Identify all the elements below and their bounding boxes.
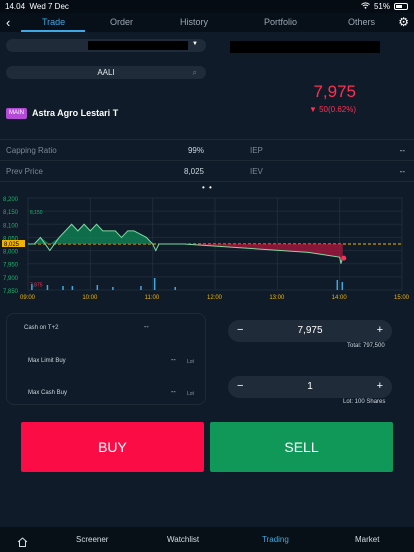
volume-bar: [336, 280, 339, 290]
back-icon[interactable]: ‹: [6, 15, 10, 30]
nav-screener[interactable]: Screener: [76, 535, 108, 544]
tab-portfolio[interactable]: Portfolio: [264, 17, 297, 27]
intraday-price-chart[interactable]: 8,2008,1508,1008,0508,0007,9507,9007,850…: [0, 188, 414, 303]
account-redacted: [88, 41, 188, 50]
buy-button[interactable]: BUY: [21, 422, 204, 472]
y-tick-label: 8,100: [3, 223, 19, 229]
volume-bar: [153, 278, 156, 290]
volume-bar: [46, 285, 49, 290]
nav-trading[interactable]: Trading: [262, 535, 289, 544]
low-label: 7,875: [30, 282, 43, 288]
last-price: 7,975: [313, 82, 356, 101]
capping-ratio-label: Capping Ratio: [6, 146, 57, 155]
lot-size-note: Lot: 100 Shares: [343, 399, 386, 405]
lot-stepper: − 1 +: [228, 376, 392, 398]
wifi-icon: [361, 2, 370, 11]
max-cash-buy-value: --: [171, 389, 176, 396]
search-icon: ⌕: [192, 68, 197, 77]
x-tick-label: 11:00: [145, 295, 160, 301]
x-tick-label: 12:00: [207, 295, 223, 301]
cash-label: Cash on T+2: [24, 325, 59, 331]
tab-others[interactable]: Others: [348, 17, 375, 27]
price-input[interactable]: 7,975: [228, 325, 392, 336]
volume-bar: [96, 285, 99, 290]
iep-value: --: [399, 146, 405, 155]
board-badge: MAIN: [6, 108, 27, 119]
divider: [0, 139, 414, 140]
trading-screen: 14.04 Wed 7 Dec 51% ‹ Trade Order Histor…: [0, 0, 414, 552]
lot-unit: Lot: [187, 359, 194, 365]
price-increment-button[interactable]: +: [377, 324, 383, 336]
price-change: ▼ 50(0.62%): [308, 105, 356, 114]
lot-input[interactable]: 1: [228, 381, 392, 392]
lot-increment-button[interactable]: +: [377, 380, 383, 392]
prev-price-value: 8,025: [183, 167, 204, 176]
divider: [0, 181, 414, 182]
top-nav: ‹ Trade Order History Portfolio Others ⚙: [0, 13, 414, 32]
search-value: AALI: [97, 68, 115, 77]
x-tick-label: 09:00: [20, 295, 36, 301]
y-tick-label: 7,900: [3, 276, 19, 282]
chevron-down-icon: ▼: [192, 41, 198, 47]
iep-label: IEP: [250, 146, 263, 155]
status-bar: 14.04 Wed 7 Dec 51%: [0, 0, 414, 13]
tab-order[interactable]: Order: [110, 17, 133, 27]
max-cash-buy-label: Max Cash Buy: [28, 390, 68, 396]
divider: [0, 160, 414, 161]
home-icon[interactable]: [17, 534, 28, 547]
status-time: 14.04 Wed 7 Dec: [5, 2, 69, 11]
nav-watchlist[interactable]: Watchlist: [167, 535, 199, 544]
up-area: [28, 224, 184, 244]
sell-button[interactable]: SELL: [210, 422, 393, 472]
bottom-nav: Screener Watchlist Trading Market: [0, 527, 414, 552]
tab-history[interactable]: History: [180, 17, 208, 27]
lot-unit: Lot: [187, 391, 194, 397]
iev-value: --: [399, 167, 405, 176]
iev-label: IEV: [250, 167, 263, 176]
cash-value: --: [144, 324, 149, 331]
nav-market[interactable]: Market: [355, 535, 379, 544]
y-tick-label: 8,200: [3, 197, 19, 203]
y-tick-label: 8,150: [3, 210, 19, 216]
volume-bar: [174, 287, 176, 290]
x-tick-label: 14:00: [332, 295, 348, 301]
volume-bar: [62, 286, 64, 290]
volume-bar: [140, 286, 142, 290]
battery-percent: 51%: [373, 2, 390, 11]
order-info-panel: Cash on T+2 -- Max Limit Buy -- Lot Max …: [6, 313, 206, 405]
x-tick-label: 13:00: [269, 295, 285, 301]
account-dropdown[interactable]: ▼: [6, 39, 206, 52]
active-tab-indicator: [21, 30, 85, 32]
tab-trade[interactable]: Trade: [42, 17, 65, 27]
account-info-redacted: [230, 41, 380, 53]
stock-name: Astra Agro Lestari T: [32, 108, 119, 118]
last-price-marker: [341, 255, 347, 261]
prev-price-label: Prev Price: [6, 167, 43, 176]
x-tick-label: 15:00: [394, 295, 410, 301]
status-right: 51%: [361, 2, 408, 11]
capping-ratio-value: 99%: [187, 146, 204, 155]
y-tick-label: 7,950: [3, 263, 19, 269]
volume-bar: [112, 287, 114, 290]
y-tick-label: 8,000: [3, 250, 19, 256]
total-amount: Total: 797,500: [347, 343, 385, 349]
x-tick-label: 10:00: [82, 295, 98, 301]
y-tick-label: 7,850: [3, 289, 19, 295]
prev-close-label: 8,025: [4, 242, 20, 248]
high-label: 8,150: [30, 210, 43, 216]
volume-bar: [71, 286, 74, 290]
price-stepper: − 7,975 +: [228, 320, 392, 342]
battery-icon: [394, 3, 408, 10]
max-limit-buy-label: Max Limit Buy: [28, 358, 66, 364]
settings-gear-icon[interactable]: ⚙: [398, 15, 409, 29]
stock-search-input[interactable]: AALI ⌕: [6, 66, 206, 79]
volume-bar: [341, 282, 344, 290]
max-limit-buy-value: --: [171, 357, 176, 364]
